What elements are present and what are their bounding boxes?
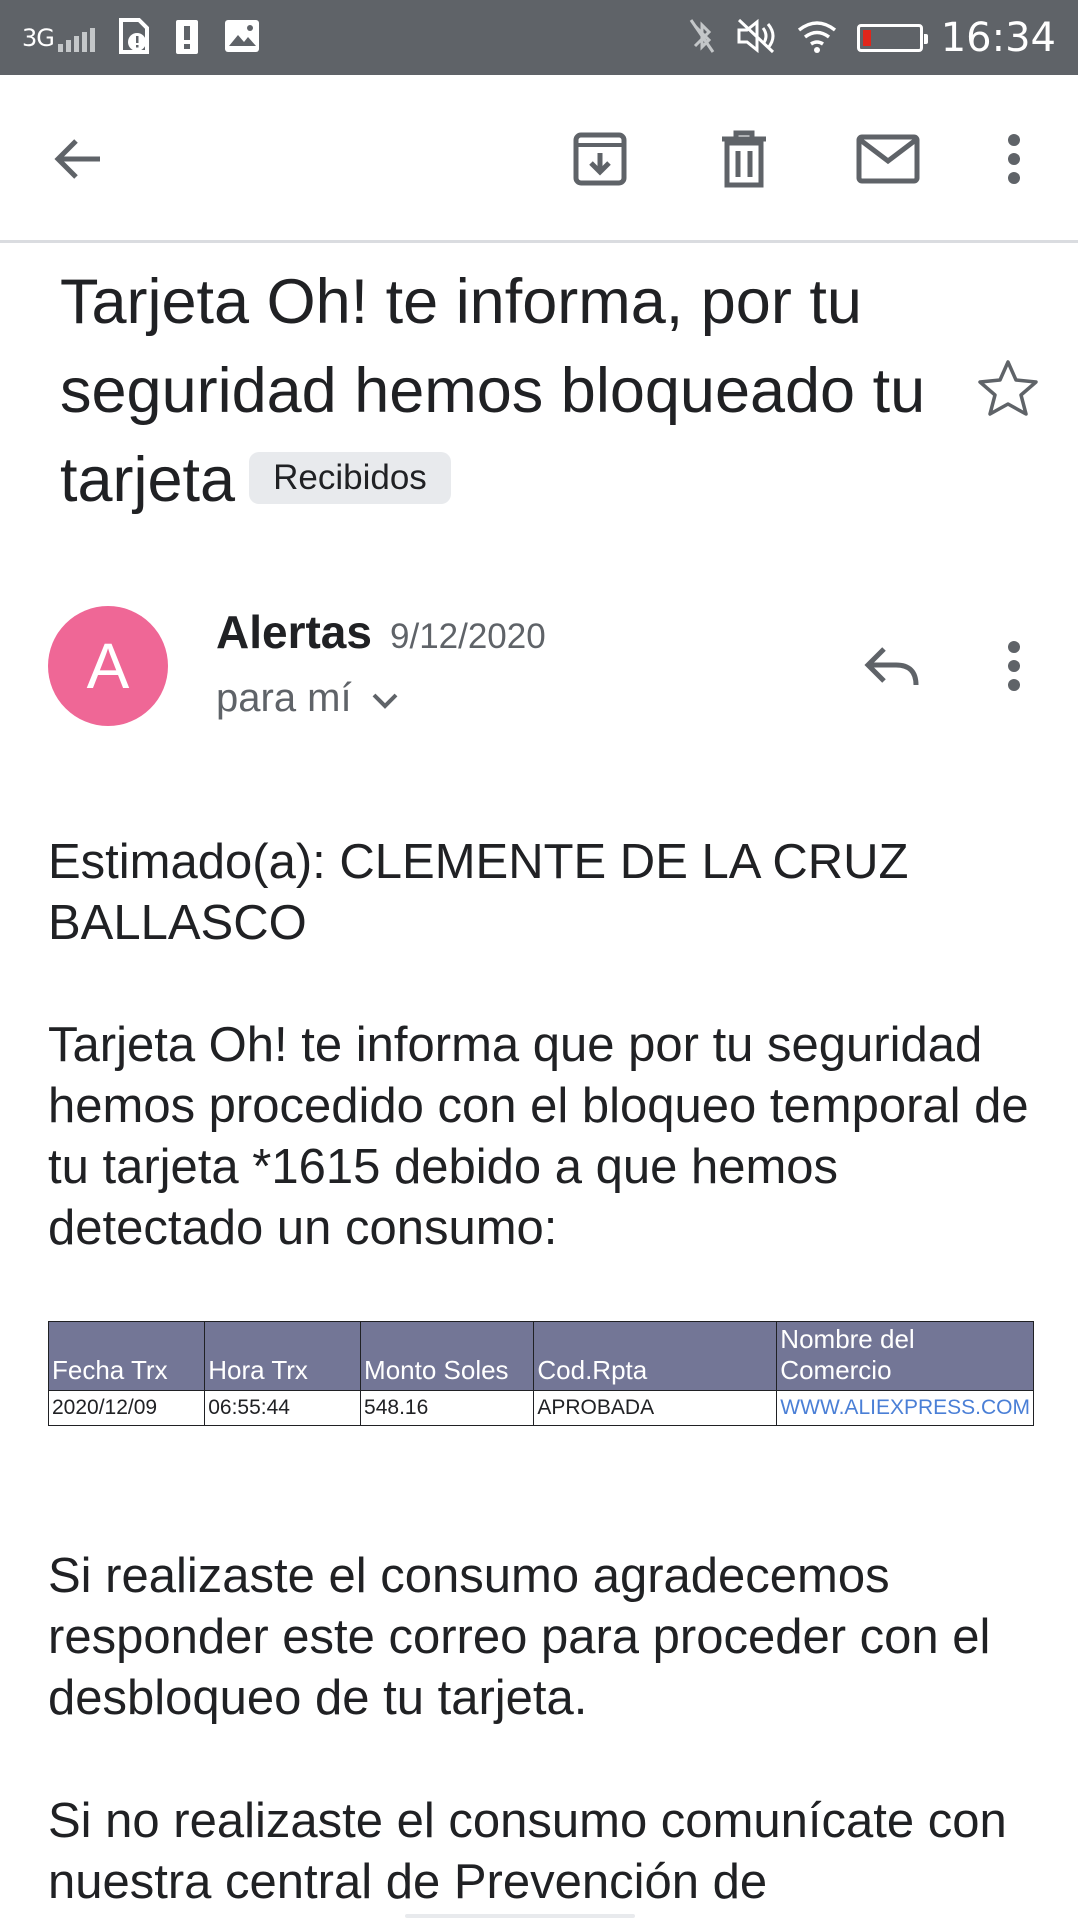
mute-icon xyxy=(735,16,777,61)
warning-icon xyxy=(173,16,201,61)
mark-unread-icon[interactable] xyxy=(850,125,926,193)
subject-text: Tarjeta Oh! te informa, por tu seguridad… xyxy=(60,267,926,515)
back-arrow-icon[interactable] xyxy=(44,125,112,193)
cell-date: 2020/12/09 xyxy=(47,1390,206,1426)
network-type: 3G xyxy=(22,24,55,52)
status-bar: 3G 16:34 xyxy=(0,0,1078,75)
delete-icon[interactable] xyxy=(710,125,778,193)
image-icon xyxy=(223,18,261,59)
cell-response-code: APROBADA xyxy=(533,1390,778,1426)
avatar[interactable]: A xyxy=(48,606,168,726)
email-subject: Tarjeta Oh! te informa, por tu seguridad… xyxy=(60,258,940,525)
body-paragraph-3: Si no realizaste el consumo comunícate c… xyxy=(48,1794,1007,1909)
message-more-icon[interactable] xyxy=(990,632,1038,700)
sender-name: Alertas xyxy=(216,606,372,658)
recipient-label: para mí xyxy=(216,676,352,720)
column-header: Fecha Trx xyxy=(47,1321,206,1391)
table-row: 2020/12/09 06:55:44 548.16 APROBADA WWW.… xyxy=(47,1390,1034,1426)
label-chip-inbox[interactable]: Recibidos xyxy=(249,452,451,505)
transaction-table: Fecha Trx Hora Trx Monto Soles Cod.Rpta … xyxy=(47,1321,1034,1426)
column-header: Nombre del Comercio xyxy=(776,1321,1034,1391)
more-vert-icon[interactable] xyxy=(990,125,1038,193)
cell-merchant: WWW.ALIEXPRESS.COM xyxy=(776,1390,1034,1426)
body-paragraph-2: Si realizaste el consumo agradecemos res… xyxy=(48,1549,991,1725)
chevron-down-icon xyxy=(370,676,400,721)
cell-amount: 548.16 xyxy=(360,1390,535,1426)
battery-low-icon xyxy=(856,24,928,52)
column-header: Hora Trx xyxy=(204,1321,362,1391)
body-paragraph-1: Tarjeta Oh! te informa que por tu seguri… xyxy=(48,1018,1029,1255)
reply-icon[interactable] xyxy=(856,632,928,700)
greeting: Estimado(a): CLEMENTE DE LA CRUZ BALLASC… xyxy=(48,835,909,950)
merchant-link[interactable]: WWW.ALIEXPRESS.COM xyxy=(780,1396,1030,1419)
column-header: Cod.Rpta xyxy=(533,1321,778,1391)
star-icon[interactable] xyxy=(976,358,1040,423)
recipient-toggle[interactable]: para mí xyxy=(216,676,400,721)
clock: 16:34 xyxy=(940,15,1056,61)
wifi-icon xyxy=(795,18,839,59)
column-header: Monto Soles xyxy=(360,1321,535,1391)
bluetooth-off-icon xyxy=(687,16,717,61)
archive-icon[interactable] xyxy=(566,125,634,193)
email-toolbar xyxy=(0,75,1078,243)
table-header-row: Fecha Trx Hora Trx Monto Soles Cod.Rpta … xyxy=(47,1321,1034,1391)
gesture-bar xyxy=(405,1914,635,1918)
sim-alert-icon xyxy=(117,17,151,59)
email-date: 9/12/2020 xyxy=(390,617,546,656)
cell-time: 06:55:44 xyxy=(204,1390,362,1426)
signal-icon: 3G xyxy=(22,24,95,52)
